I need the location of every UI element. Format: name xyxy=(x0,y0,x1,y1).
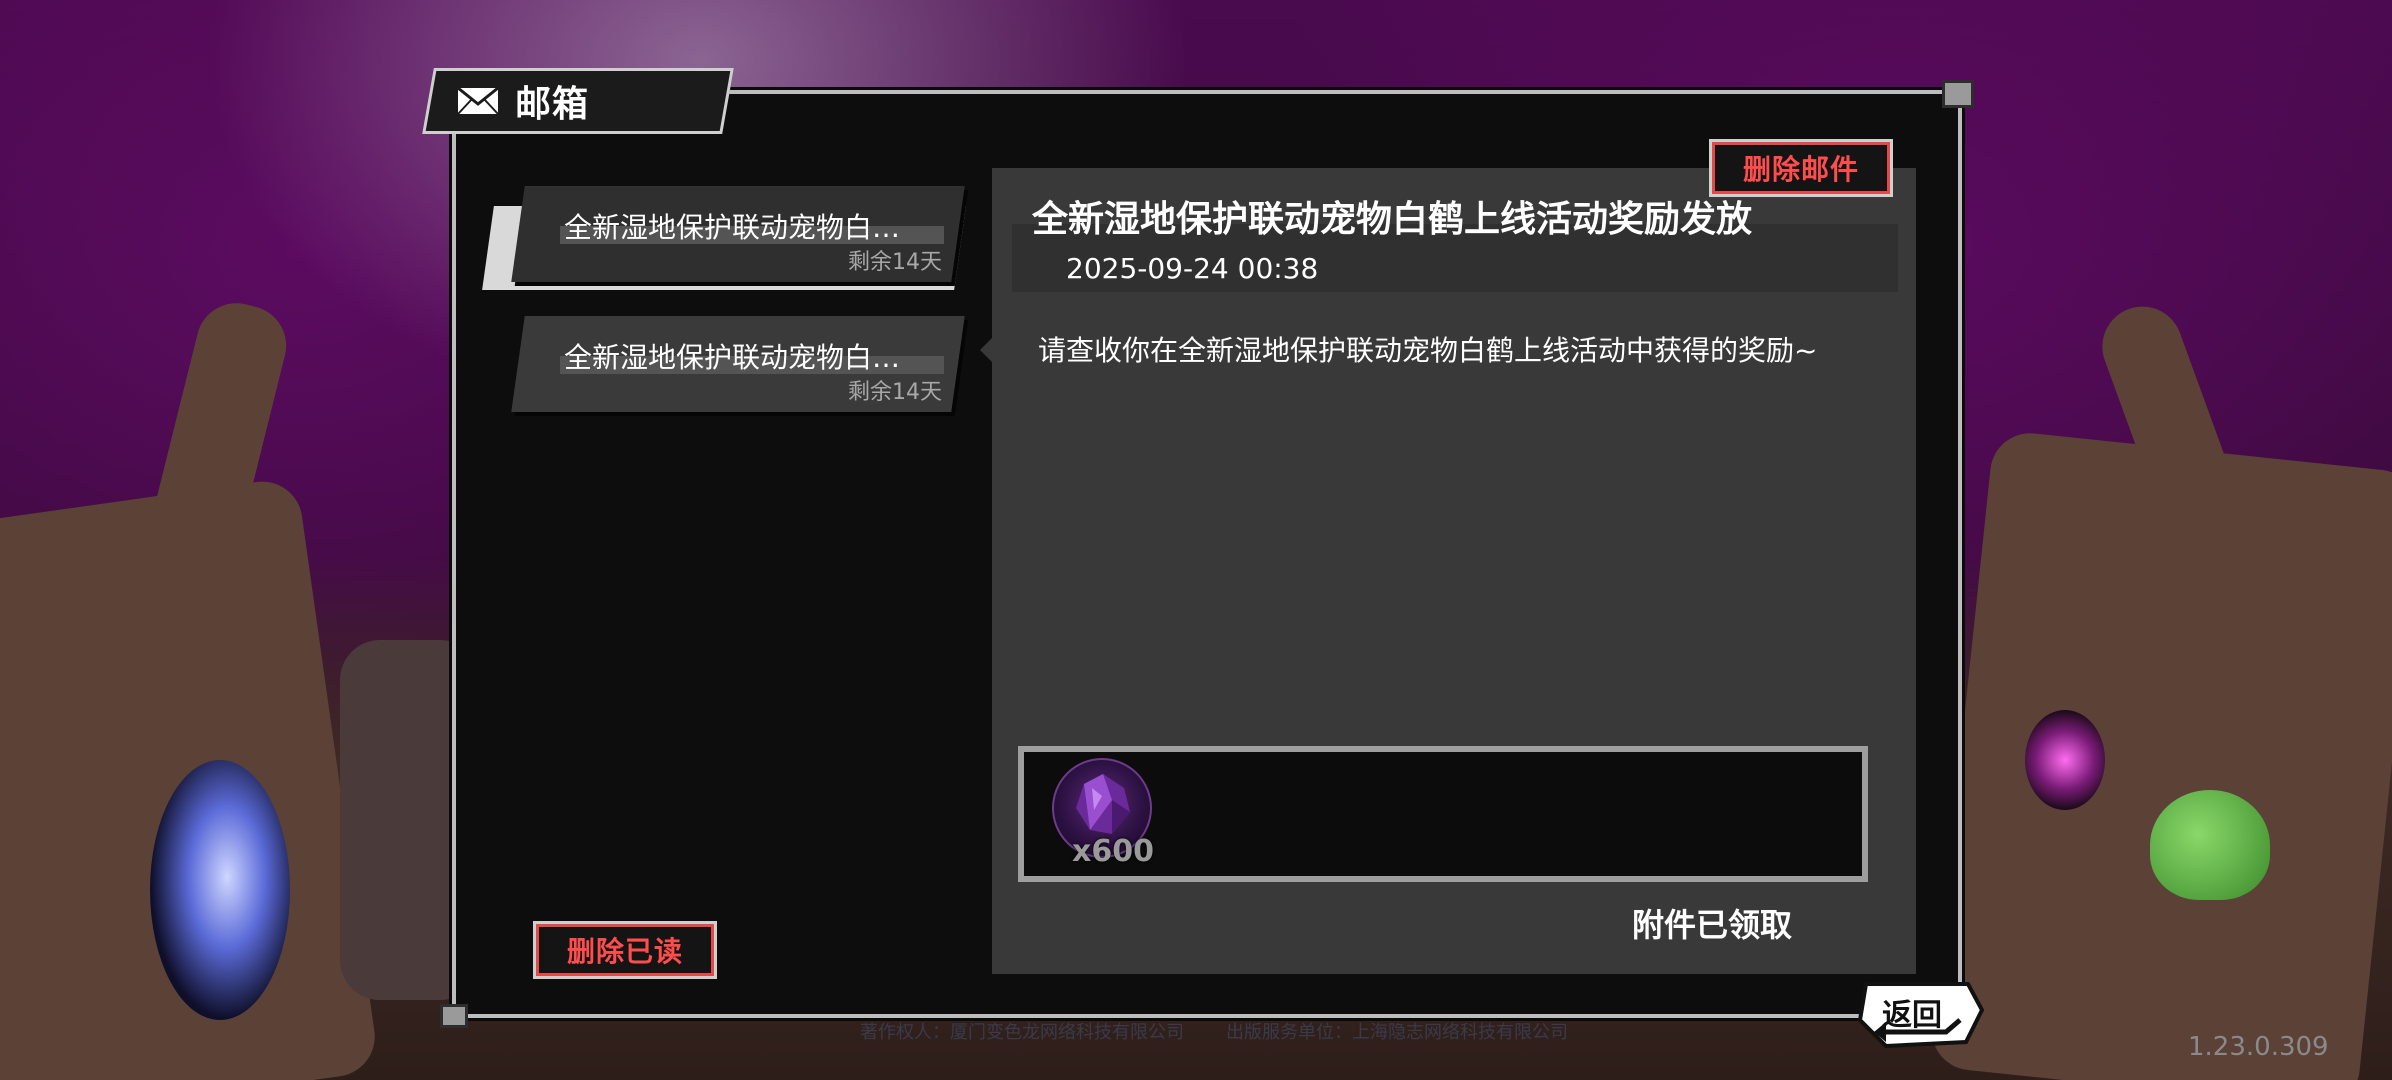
version-label: 1.23.0.309 xyxy=(2188,1032,2329,1062)
mailbox-title: 邮箱 xyxy=(515,84,590,125)
glowing-eye-left xyxy=(150,760,290,1020)
back-button[interactable]: 返回 xyxy=(1856,980,1986,1050)
mail-subject: 全新湿地保护联动宠物白… xyxy=(564,341,901,374)
tree-trunk-right xyxy=(1927,429,2392,1080)
delete-read-button[interactable]: 删除已读 xyxy=(536,924,714,976)
mail-list-item[interactable]: 全新湿地保护联动宠物白… 剩余14天 xyxy=(482,186,966,290)
attachment-quantity: x600 xyxy=(1072,834,1154,869)
envelope-icon xyxy=(457,87,499,115)
detail-date: 2025-09-24 00:38 xyxy=(1066,252,1319,285)
copyright-text: 著作权人：厦门变色龙网络科技有限公司 xyxy=(860,1022,1184,1043)
delete-mail-button[interactable]: 删除邮件 xyxy=(1712,142,1890,194)
panel-corner xyxy=(1942,80,1974,108)
panel-corner xyxy=(440,1004,468,1028)
mail-detail-pane: 全新湿地保护联动宠物白鹤上线活动奖励发放 2025-09-24 00:38 请查… xyxy=(980,168,1916,974)
mail-list-item[interactable]: 全新湿地保护联动宠物白… 剩余14天 xyxy=(511,316,965,416)
mailbox-title-tab: 邮箱 xyxy=(422,68,734,134)
attachment-item[interactable]: x600 xyxy=(1052,758,1156,869)
back-label: 返回 xyxy=(1882,998,1942,1033)
mail-subject: 全新湿地保护联动宠物白… xyxy=(564,211,901,244)
attachment-box: x600 xyxy=(1018,746,1868,882)
detail-subject: 全新湿地保护联动宠物白鹤上线活动奖励发放 xyxy=(1032,199,1753,240)
mail-remaining-days: 剩余14天 xyxy=(848,380,942,405)
publisher-text: 出版服务单位：上海隐志网络科技有限公司 xyxy=(1226,1022,1568,1043)
glowing-eye-right xyxy=(2025,710,2105,810)
detail-content: 请查收你在全新湿地保护联动宠物白鹤上线活动中获得的奖励~ xyxy=(1038,334,1818,367)
mail-remaining-days: 剩余14天 xyxy=(848,250,942,275)
attachment-status: 附件已领取 xyxy=(1631,906,1792,944)
green-slime-creature xyxy=(2150,790,2270,900)
detail-pointer xyxy=(980,338,992,362)
purple-crystal-icon xyxy=(1076,774,1130,834)
